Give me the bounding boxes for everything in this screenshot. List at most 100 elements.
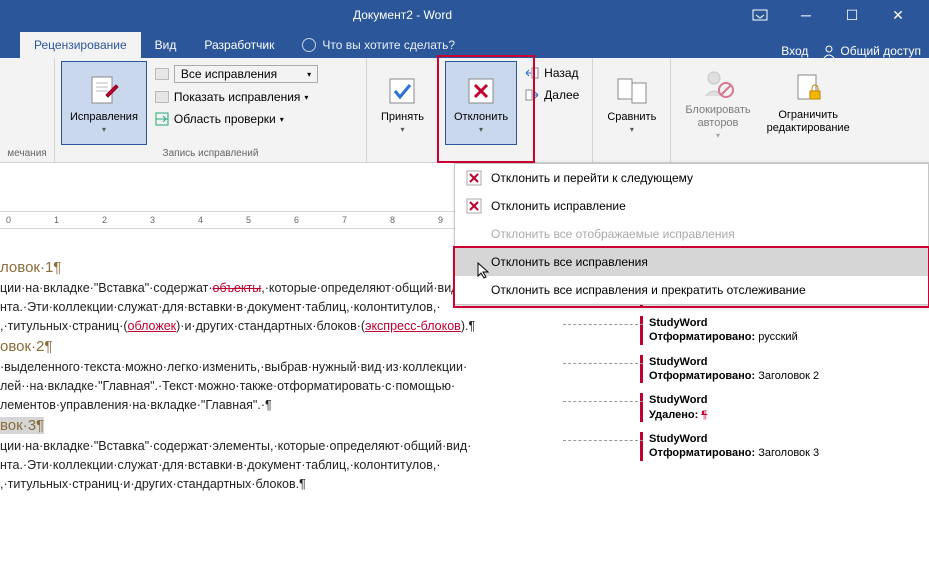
close-button[interactable]: ✕ xyxy=(875,0,921,30)
text: )·и·других·стандартных·блоков·( xyxy=(176,319,365,333)
dropdown-caret-icon: ▾ xyxy=(280,115,284,124)
text: ·выделенного·текста·можно·легко·изменить… xyxy=(0,360,467,374)
review-pane-label: Область проверки xyxy=(174,112,276,126)
restrict-label1: Ограничить xyxy=(778,109,838,121)
dd-label: Отклонить исправление xyxy=(491,199,626,213)
accept-button[interactable]: Принять ▾ xyxy=(373,61,432,145)
track-changes-icon xyxy=(86,73,122,109)
tab-strip: Рецензирование Вид Разработчик Что вы хо… xyxy=(0,30,929,58)
reject-icon xyxy=(463,73,499,109)
text: нта.·Эти·коллекции·служат·для·вставки·в·… xyxy=(0,458,441,472)
text: лементов·управления·на·вкладке·"Главная"… xyxy=(0,398,272,412)
tab-view[interactable]: Вид xyxy=(141,32,191,58)
review-pane-button[interactable]: Область проверки ▾ xyxy=(151,109,343,129)
ribbon-options-icon[interactable] xyxy=(737,0,783,30)
caret-icon: ▾ xyxy=(630,125,634,134)
dd-label: Отклонить и перейти к следующему xyxy=(491,171,693,185)
markup-icon xyxy=(154,66,170,82)
reject-shown-item: Отклонить все отображаемые исправления xyxy=(455,220,928,248)
reject-and-next-item[interactable]: Отклонить и перейти к следующему xyxy=(455,164,928,192)
change-author: StudyWord xyxy=(649,393,819,407)
inserted-text: обложек xyxy=(128,319,177,333)
track-changes-label: Исправления xyxy=(70,111,138,124)
share-button[interactable]: Общий доступ xyxy=(822,44,921,58)
compare-label: Сравнить xyxy=(607,111,656,124)
text: ,·которые·определяют·общий·вид· xyxy=(261,281,462,295)
change-author: StudyWord xyxy=(649,316,819,330)
caret-icon: ▾ xyxy=(102,125,106,134)
heading-3: вок·3¶ xyxy=(0,417,44,434)
ribbon: мечания Исправления ▾ Все исправления ▾ xyxy=(0,58,929,163)
group-comments-label: мечания xyxy=(6,146,48,161)
all-markup-label: Все исправления xyxy=(181,67,277,81)
change-label: Удалено: xyxy=(649,409,698,421)
change-label: Отформатировано: xyxy=(649,447,755,459)
dd-label: Отклонить все отображаемые исправления xyxy=(491,227,735,241)
compare-button[interactable]: Сравнить ▾ xyxy=(599,61,664,145)
dropdown-caret-icon: ▾ xyxy=(304,93,308,102)
change-label: Отформатировано: xyxy=(649,331,755,343)
text: лей··на·вкладке·"Главная".·Текст·можно·т… xyxy=(0,379,455,393)
heading-2: овок·2¶ xyxy=(0,338,52,355)
reject-dropdown: Отклонить и перейти к следующему Отклони… xyxy=(454,163,929,305)
reject-change-item[interactable]: Отклонить исправление xyxy=(455,192,928,220)
tell-me-label: Что вы хотите сделать? xyxy=(322,38,455,52)
tab-developer[interactable]: Разработчик xyxy=(190,32,288,58)
block-authors-label1: Блокировать xyxy=(685,104,750,116)
titlebar: Документ2 - Word ─ ☐ ✕ xyxy=(0,0,929,30)
reject-label: Отклонить xyxy=(454,111,508,124)
inserted-text: экспресс-блоков xyxy=(365,319,461,333)
change-item[interactable]: StudyWordОтформатировано: Заголовок 3 xyxy=(640,432,819,461)
caret-icon: ▾ xyxy=(479,125,483,134)
change-item[interactable]: StudyWordОтформатировано: русский xyxy=(640,316,819,345)
text: ,·титульных·страниц·и·других·стандартных… xyxy=(0,477,306,491)
change-value: Заголовок 2 xyxy=(758,370,819,382)
block-authors-icon xyxy=(700,66,736,102)
minimize-button[interactable]: ─ xyxy=(783,0,829,30)
deleted-text: объекты xyxy=(213,281,262,295)
login-link[interactable]: Вход xyxy=(781,44,808,58)
change-value: Заголовок 3 xyxy=(758,447,819,459)
reject-button[interactable]: Отклонить ▾ xyxy=(445,61,517,145)
block-authors-label2: авторов xyxy=(698,117,739,129)
caret-icon: ▾ xyxy=(400,125,404,134)
change-item[interactable]: StudyWord Удалено: ¶ xyxy=(640,393,819,422)
change-label: Отформатировано: xyxy=(649,370,755,382)
text: нта.·Эти·коллекции·служат·для·вставки·в·… xyxy=(0,300,441,314)
text: ,·титульных·страниц·( xyxy=(0,319,128,333)
text: ).¶ xyxy=(461,319,475,333)
text: ции·на·вкладке·"Вставка"·содержат· xyxy=(0,281,213,295)
change-author: StudyWord xyxy=(649,355,819,369)
restrict-label2: редактирование xyxy=(767,122,850,134)
next-label: Далее xyxy=(544,88,579,102)
maximize-button[interactable]: ☐ xyxy=(829,0,875,30)
tab-review[interactable]: Рецензирование xyxy=(20,32,141,58)
reject-icon xyxy=(465,197,483,215)
restrict-icon xyxy=(790,71,826,107)
compare-icon xyxy=(614,73,650,109)
accept-icon xyxy=(384,73,420,109)
cursor-icon xyxy=(477,262,491,280)
block-authors-button[interactable]: Блокироватьавторов ▾ xyxy=(677,61,758,145)
change-author: StudyWord xyxy=(649,432,819,446)
lightbulb-icon xyxy=(302,38,316,52)
restrict-editing-button[interactable]: Ограничитьредактирование xyxy=(759,61,858,145)
dropdown-caret-icon: ▾ xyxy=(307,70,311,79)
window-title: Документ2 - Word xyxy=(68,8,737,22)
change-item[interactable]: StudyWordОтформатировано: Заголовок 2 xyxy=(640,355,819,384)
caret-icon: ▾ xyxy=(716,131,720,140)
share-label: Общий доступ xyxy=(840,44,921,58)
show-markup-button[interactable]: Показать исправления ▾ xyxy=(151,87,343,107)
show-markup-icon xyxy=(154,89,170,105)
change-value: ¶ xyxy=(701,409,707,421)
display-for-review[interactable]: Все исправления ▾ xyxy=(151,63,343,85)
reject-icon xyxy=(465,169,483,187)
prev-label: Назад xyxy=(544,66,578,80)
heading-1: ловок·1¶ xyxy=(0,259,61,276)
review-pane-icon xyxy=(154,111,170,127)
tracking-group-label: Запись исправлений xyxy=(61,146,360,161)
track-changes-button[interactable]: Исправления ▾ xyxy=(61,61,147,145)
show-markup-label: Показать исправления xyxy=(174,90,301,104)
accept-label: Принять xyxy=(381,111,424,124)
change-value: русский xyxy=(758,331,797,343)
